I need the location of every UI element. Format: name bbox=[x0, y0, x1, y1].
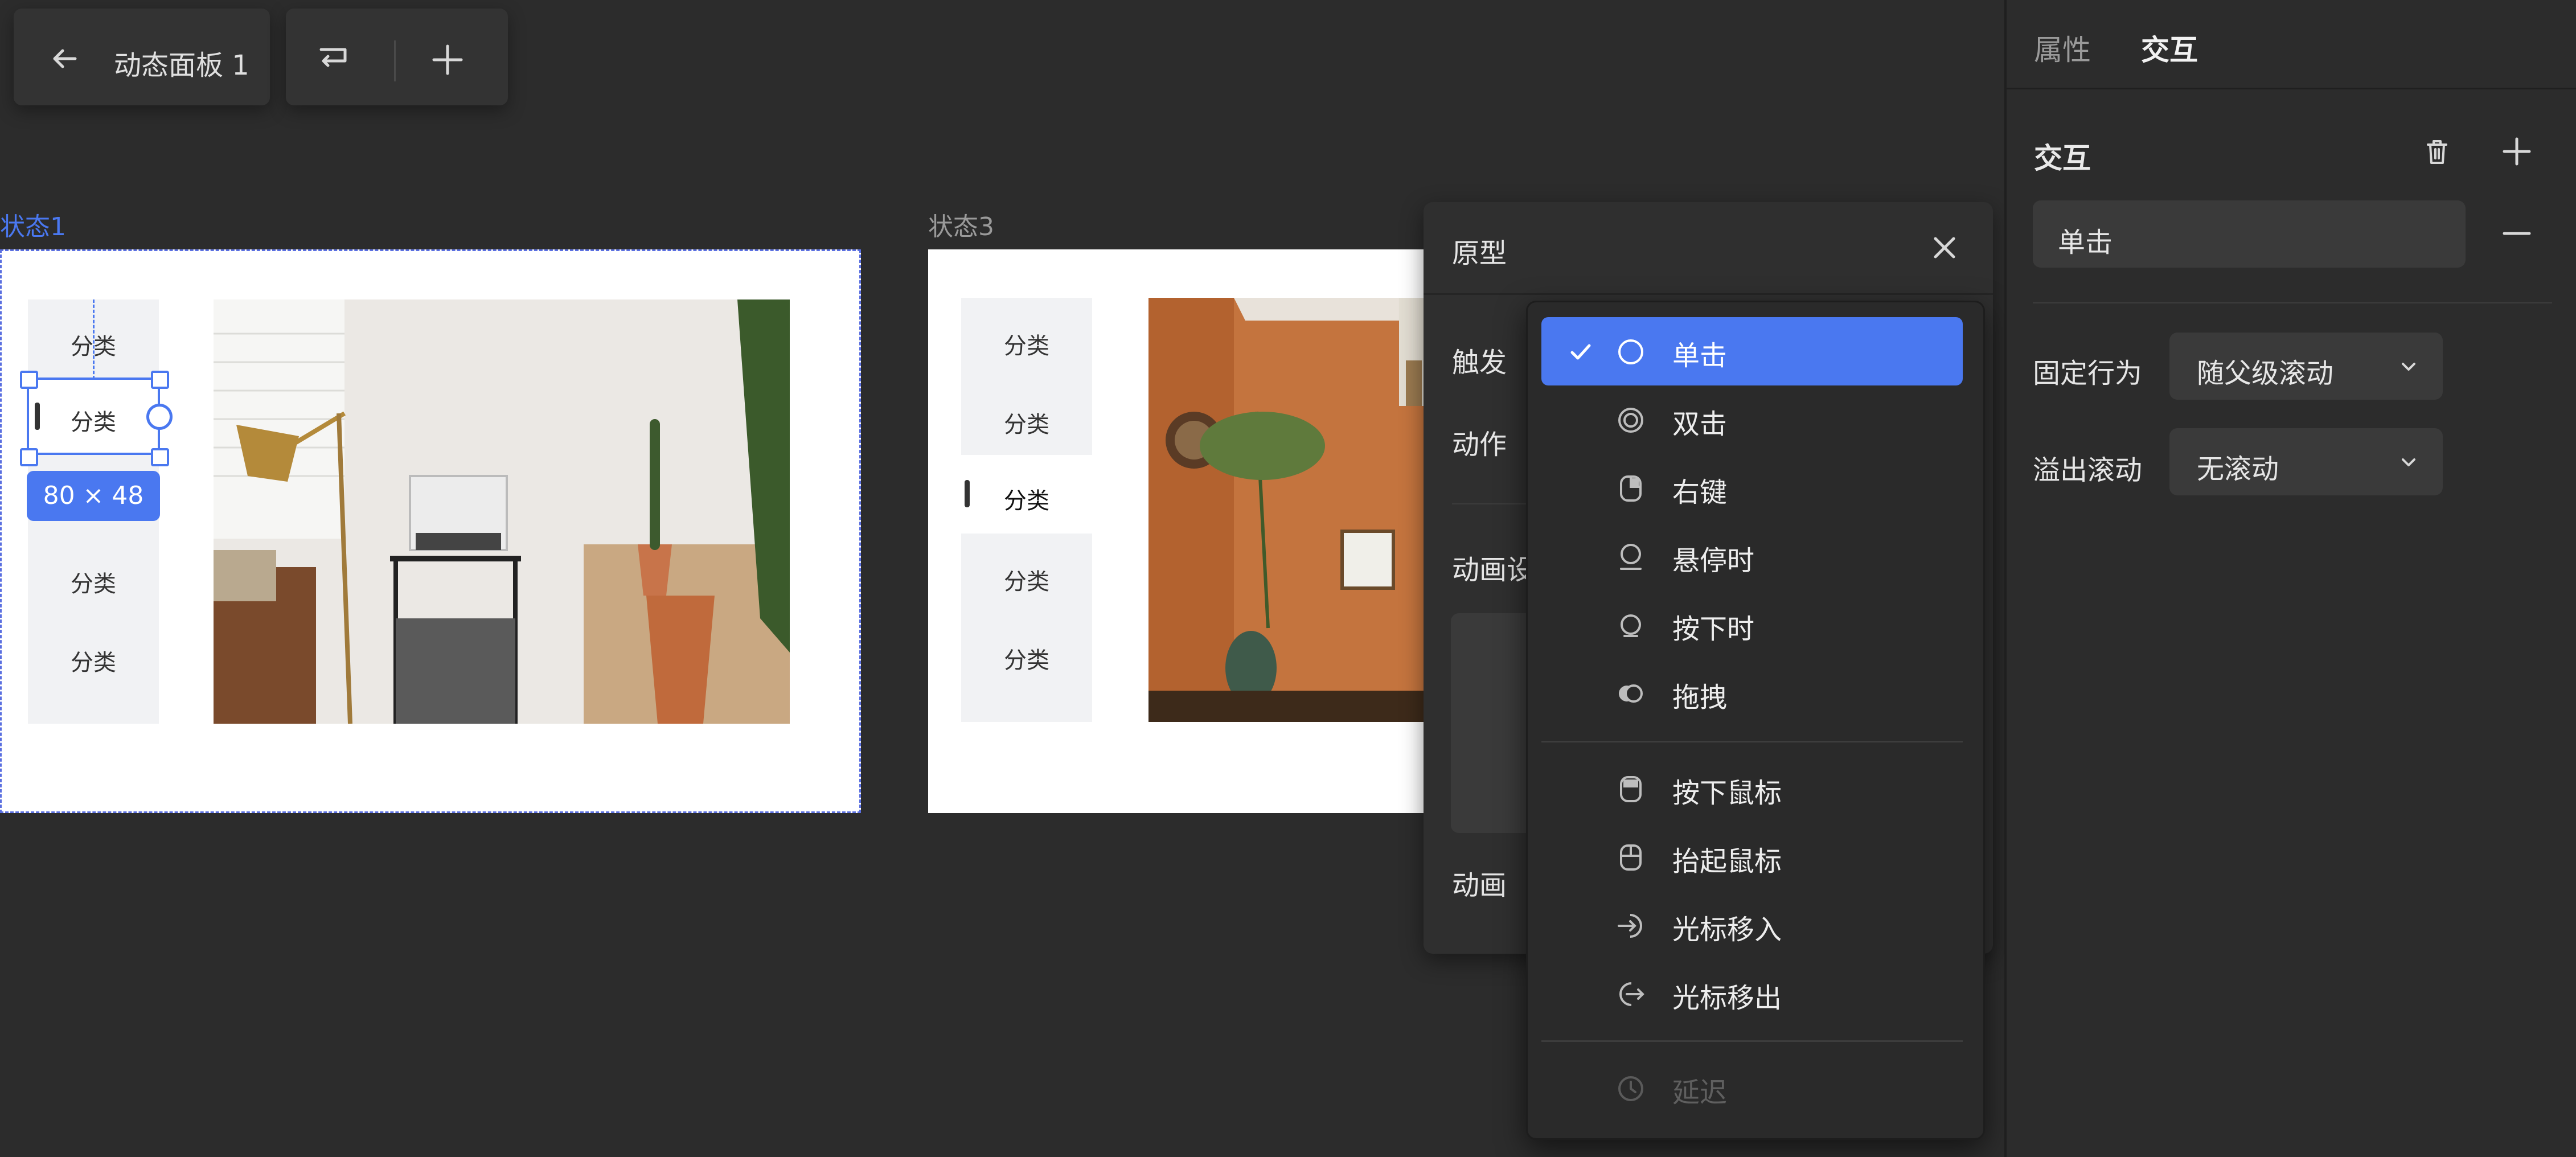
animation-label: 动画 bbox=[1452, 869, 1507, 901]
connection-handle[interactable] bbox=[146, 404, 173, 430]
category-item[interactable]: 分类 bbox=[961, 642, 1092, 675]
remove-icon[interactable] bbox=[2500, 216, 2534, 251]
prototype-title: 原型 bbox=[1452, 237, 1507, 269]
section-title: 交互 bbox=[2034, 142, 2091, 175]
menu-item-cursor-exit[interactable]: 光标移出 bbox=[1541, 959, 1963, 1028]
trigger-field[interactable]: 单击 bbox=[2033, 200, 2466, 268]
plus-icon[interactable] bbox=[429, 42, 466, 78]
clock-icon bbox=[1618, 1076, 1643, 1101]
menu-item-label: 右键 bbox=[1672, 477, 1728, 508]
close-icon[interactable] bbox=[1927, 231, 1962, 265]
state3-active-category[interactable]: 分类 bbox=[961, 455, 1092, 534]
fixed-behavior-value: 随父级滚动 bbox=[2197, 358, 2334, 389]
menu-item-drag[interactable]: 拖拽 bbox=[1541, 659, 1963, 727]
category-item[interactable]: 分类 bbox=[961, 406, 1092, 439]
selected-category[interactable]: 分类 bbox=[27, 378, 160, 455]
add-interaction-icon[interactable] bbox=[2500, 134, 2534, 169]
orange-room-photo[interactable] bbox=[1148, 298, 1424, 722]
menu-item-delay[interactable]: 延迟 bbox=[1541, 1054, 1963, 1122]
menu-item-mouse-down[interactable]: 按下鼠标 bbox=[1541, 754, 1963, 823]
chevron-down-icon bbox=[2402, 458, 2415, 466]
menu-item-press[interactable]: 按下时 bbox=[1541, 590, 1963, 659]
state3-frame[interactable]: 分类 分类 分类 分类 分类 bbox=[928, 249, 1424, 813]
anim-setting-label: 动画设 bbox=[1452, 554, 1535, 586]
mouse-down-icon bbox=[1620, 776, 1642, 802]
arrow-left-icon[interactable] bbox=[48, 42, 82, 76]
right-inspector-panel: 属性 交互 交互 单击 固定行为 随父级滚动 溢出滚动 无滚动 bbox=[2004, 0, 2576, 1157]
cursor-exit-icon bbox=[1619, 982, 1644, 1006]
state1-label[interactable]: 状态1 bbox=[0, 206, 66, 243]
orange-room-photo-image bbox=[1148, 298, 1424, 722]
resize-handle[interactable] bbox=[20, 448, 38, 466]
state3-sidebar-bottom: 分类 分类 bbox=[961, 534, 1092, 722]
state3-sidebar-top: 分类 分类 bbox=[961, 298, 1092, 455]
menu-item-mouse-up[interactable]: 抬起鼠标 bbox=[1541, 823, 1963, 891]
checkmark-icon bbox=[1570, 344, 1591, 360]
state1-frame[interactable]: 分类 分类 分类 分类 80 × 48 bbox=[0, 249, 861, 813]
menu-item-label: 光标移入 bbox=[1672, 914, 1782, 946]
menu-item-hover[interactable]: 悬停时 bbox=[1541, 522, 1963, 590]
category-item[interactable]: 分类 bbox=[28, 644, 159, 677]
press-icon bbox=[1621, 614, 1641, 637]
menu-item-label: 按下时 bbox=[1672, 613, 1755, 645]
drag-icon bbox=[1619, 684, 1643, 703]
size-badge: 80 × 48 bbox=[27, 471, 160, 521]
menu-item-label: 拖拽 bbox=[1672, 682, 1728, 713]
switch-flow-icon[interactable] bbox=[315, 42, 352, 78]
trigger-label: 触发 bbox=[1452, 347, 1507, 379]
menu-item-label: 双击 bbox=[1672, 408, 1728, 440]
guide-line bbox=[93, 299, 95, 379]
state3-label[interactable]: 状态3 bbox=[928, 206, 994, 243]
menu-item-label: 延迟 bbox=[1672, 1077, 1728, 1109]
category-item-active: 分类 bbox=[1004, 488, 1049, 514]
top-toolbar: 动态面板 1 bbox=[14, 9, 270, 105]
menu-item-right-click[interactable]: 右键 bbox=[1541, 454, 1963, 522]
action-label: 动作 bbox=[1452, 429, 1507, 461]
toolbar-divider bbox=[394, 40, 396, 81]
room-photo-image bbox=[214, 299, 790, 724]
toolbar-actions bbox=[286, 9, 508, 105]
category-item[interactable]: 分类 bbox=[961, 327, 1092, 360]
tab-properties[interactable]: 属性 bbox=[2034, 27, 2091, 68]
prototype-header-divider bbox=[1424, 293, 1993, 295]
menu-item-cursor-enter[interactable]: 光标移入 bbox=[1541, 891, 1963, 959]
hover-icon bbox=[1620, 544, 1642, 570]
trigger-dropdown: 单击 双击 右键 悬停时 按下时 拖拽 按下鼠标 抬起鼠标 光标移入 光标移出 … bbox=[1526, 301, 1985, 1140]
category-item[interactable]: 分类 bbox=[961, 563, 1092, 596]
double-circle-icon bbox=[1618, 408, 1643, 433]
tab-interaction[interactable]: 交互 bbox=[2141, 27, 2198, 68]
chevron-down-icon bbox=[2402, 363, 2415, 371]
fixed-behavior-select[interactable]: 随父级滚动 bbox=[2169, 333, 2443, 400]
menu-item-label: 悬停时 bbox=[1672, 545, 1755, 577]
overflow-scroll-label: 溢出滚动 bbox=[2033, 454, 2143, 486]
circle-icon bbox=[1618, 339, 1643, 364]
panel-title[interactable]: 动态面板 1 bbox=[114, 43, 249, 83]
mouse-up-icon bbox=[1620, 844, 1642, 871]
resize-handle[interactable] bbox=[151, 371, 169, 389]
fixed-behavior-label: 固定行为 bbox=[2033, 358, 2143, 389]
room-photo[interactable] bbox=[214, 299, 790, 724]
menu-divider bbox=[1541, 741, 1963, 742]
section-divider bbox=[2033, 302, 2552, 303]
overflow-scroll-value: 无滚动 bbox=[2197, 453, 2279, 485]
mouse-right-icon bbox=[1620, 475, 1642, 502]
menu-item-label: 抬起鼠标 bbox=[1672, 846, 1782, 877]
cursor-enter-icon bbox=[1618, 914, 1642, 938]
menu-item-label: 按下鼠标 bbox=[1672, 777, 1782, 809]
resize-handle[interactable] bbox=[151, 448, 169, 466]
menu-item-label: 单击 bbox=[1672, 340, 1728, 372]
trigger-value: 单击 bbox=[2058, 227, 2113, 259]
menu-item-label: 光标移出 bbox=[1672, 982, 1782, 1014]
resize-handle[interactable] bbox=[20, 371, 38, 389]
menu-item-click[interactable]: 单击 bbox=[1541, 317, 1963, 385]
menu-item-double-click[interactable]: 双击 bbox=[1541, 385, 1963, 454]
menu-divider bbox=[1541, 1040, 1963, 1042]
overflow-scroll-select[interactable]: 无滚动 bbox=[2169, 428, 2443, 495]
tab-divider bbox=[2007, 88, 2576, 89]
category-item[interactable]: 分类 bbox=[28, 565, 159, 598]
trash-icon[interactable] bbox=[2420, 134, 2454, 169]
category-item-selected: 分类 bbox=[71, 409, 116, 436]
